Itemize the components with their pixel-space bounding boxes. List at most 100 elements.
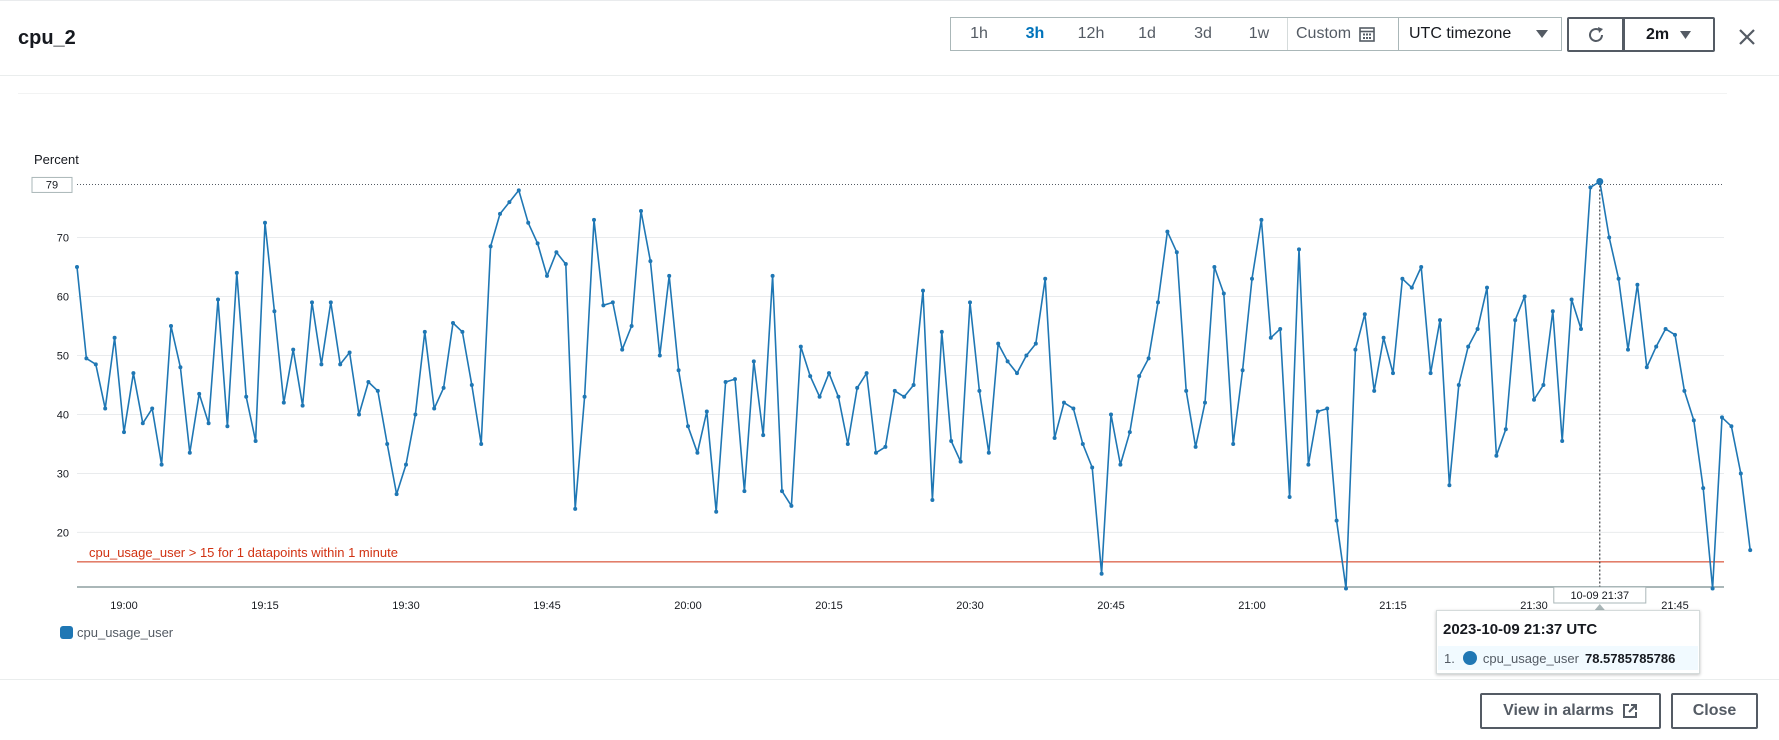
data-point — [1682, 388, 1687, 393]
data-point — [385, 441, 390, 446]
close-button[interactable]: Close — [1671, 693, 1758, 729]
data-point — [1654, 344, 1659, 349]
data-point — [930, 497, 935, 502]
data-point — [723, 380, 728, 385]
data-point — [986, 450, 991, 455]
data-point — [1673, 332, 1677, 337]
data-point — [1306, 462, 1311, 467]
data-point — [1663, 326, 1668, 331]
data-point — [347, 350, 352, 355]
tooltip-row-value: 78.5785785786 — [1584, 650, 1676, 666]
data-point — [516, 188, 521, 193]
data-point — [479, 441, 484, 446]
data-point — [413, 412, 418, 417]
x-tick-label: 20:30 — [956, 600, 984, 612]
close-button-label: Close — [1692, 702, 1737, 719]
metric-line-chart[interactable]: 20 30 40 50 60 70 Percent 79 19:00 19:15 19:30 19:4… — [0, 0, 1779, 680]
data-point — [836, 394, 841, 399]
data-point — [1268, 335, 1273, 340]
data-point — [1297, 247, 1301, 252]
data-point — [1193, 444, 1198, 449]
data-point — [422, 329, 427, 334]
tooltip-row-index: 1. — [1444, 650, 1455, 666]
data-point — [1062, 400, 1066, 405]
data-point — [375, 388, 380, 393]
data-point — [1353, 347, 1358, 352]
data-point — [639, 208, 643, 213]
data-point — [911, 382, 916, 387]
data-point — [441, 385, 446, 390]
tooltip-title: 2023-10-09 21:37 UTC — [1443, 621, 1598, 638]
data-point — [432, 406, 437, 411]
data-point — [84, 356, 89, 361]
data-point — [1127, 430, 1132, 435]
data-point — [1475, 326, 1480, 331]
data-point — [855, 385, 860, 390]
data-point — [197, 391, 202, 396]
data-point — [253, 439, 258, 444]
data-point — [103, 406, 108, 411]
data-point — [1005, 359, 1010, 364]
footer-divider — [0, 679, 1779, 680]
y-tick-label: 30 — [57, 468, 69, 480]
data-point — [338, 362, 343, 367]
data-point — [845, 441, 850, 446]
data-point — [469, 382, 474, 387]
data-point — [187, 450, 192, 455]
data-point — [225, 424, 230, 429]
data-point — [1720, 415, 1724, 420]
data-point — [1485, 285, 1489, 290]
x-tick-label: 20:00 — [674, 600, 702, 612]
data-point — [563, 262, 568, 267]
data-point — [610, 300, 615, 305]
data-point — [761, 433, 766, 438]
data-point — [1165, 229, 1170, 234]
data-point — [686, 424, 690, 429]
data-point — [1710, 586, 1715, 591]
data-point — [958, 459, 963, 464]
data-point — [272, 309, 277, 314]
data-point — [573, 506, 578, 511]
legend-swatch — [60, 626, 73, 639]
tooltip-row: 1. cpu_usage_user 78.5785785786 — [1438, 646, 1698, 670]
data-point — [1315, 409, 1320, 414]
data-point — [1090, 465, 1095, 470]
data-point — [1560, 439, 1565, 444]
data-point — [704, 409, 709, 414]
data-point — [1071, 406, 1076, 411]
tooltip-row-label: cpu_usage_user — [1482, 650, 1579, 666]
data-point — [808, 374, 813, 379]
data-point — [234, 270, 239, 275]
data-point — [554, 250, 559, 255]
data-point — [1541, 382, 1546, 387]
data-point — [394, 492, 399, 497]
data-point — [657, 353, 662, 358]
data-point — [1118, 462, 1123, 467]
x-tick-label: 21:15 — [1379, 600, 1407, 612]
data-point — [1099, 571, 1104, 576]
data-point — [1588, 185, 1593, 190]
data-point — [1109, 412, 1113, 417]
data-point — [1137, 374, 1142, 379]
data-point — [1522, 294, 1527, 299]
data-point — [1569, 297, 1574, 302]
data-point — [1626, 347, 1630, 352]
data-point — [1240, 368, 1245, 373]
x-tick-label: 20:15 — [815, 600, 843, 612]
data-point — [1080, 441, 1085, 446]
data-point — [733, 377, 737, 382]
legend-label[interactable]: cpu_usage_user — [77, 625, 173, 640]
data-point — [864, 371, 869, 376]
data-point — [949, 439, 954, 444]
data-point — [1203, 400, 1207, 405]
data-point — [1024, 353, 1029, 358]
data-point — [1644, 365, 1649, 370]
data-point — [648, 259, 653, 264]
data-point — [1052, 436, 1057, 441]
y-max-label: 79 — [46, 179, 58, 191]
x-tick-label: 19:00 — [110, 600, 138, 612]
data-point — [1748, 548, 1753, 553]
data-point — [742, 489, 747, 494]
view-in-alarms-button[interactable]: View in alarms — [1480, 693, 1661, 729]
data-point — [1250, 276, 1254, 281]
